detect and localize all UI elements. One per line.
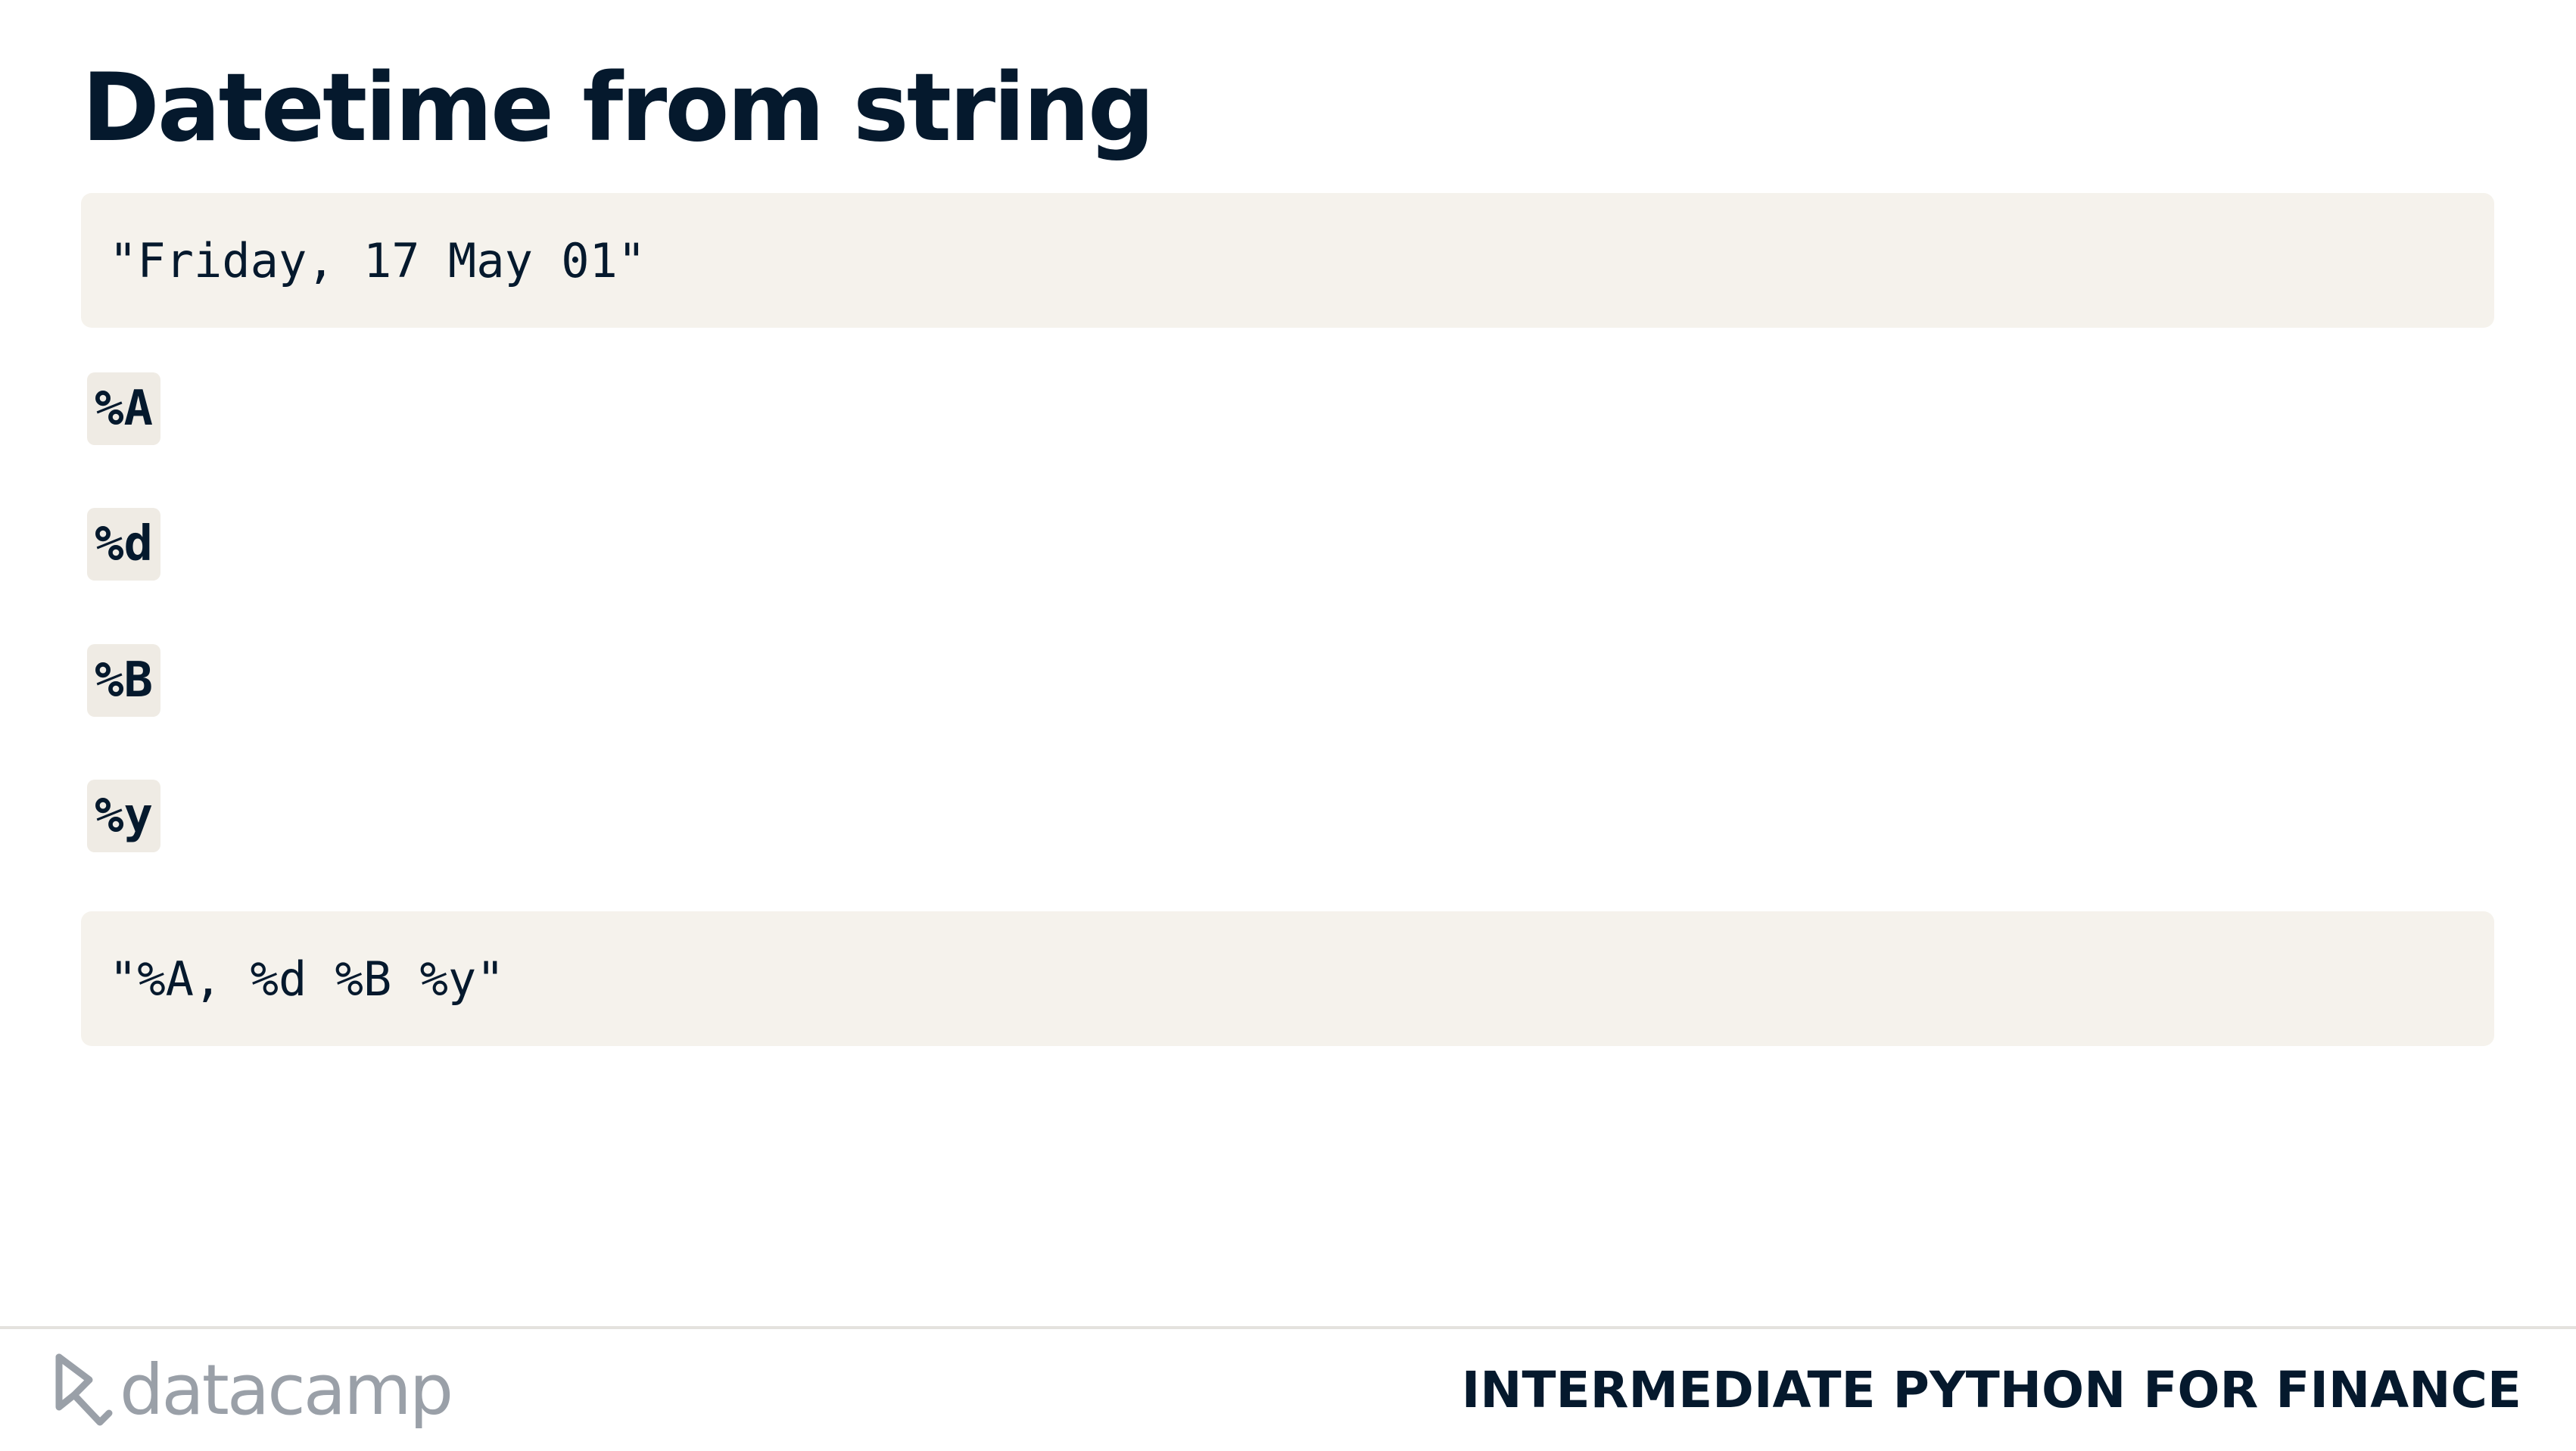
datacamp-logo: datacamp	[53, 1349, 453, 1432]
datacamp-logo-text: datacamp	[120, 1350, 453, 1431]
format-string-code-block: "%A, %d %B %y"	[81, 911, 2494, 1046]
datacamp-mark-icon	[55, 1353, 113, 1426]
course-title: INTERMEDIATE PYTHON FOR FINANCE	[1461, 1361, 2521, 1419]
format-code-day: %d	[87, 508, 161, 581]
example-string-code-block: "Friday, 17 May 01"	[81, 193, 2494, 328]
slide-title: Datetime from string	[82, 54, 1155, 163]
footer-divider	[0, 1326, 2576, 1329]
format-code-year: %y	[87, 780, 161, 852]
format-code-weekday: %A	[87, 372, 161, 445]
format-code-month: %B	[87, 644, 161, 717]
